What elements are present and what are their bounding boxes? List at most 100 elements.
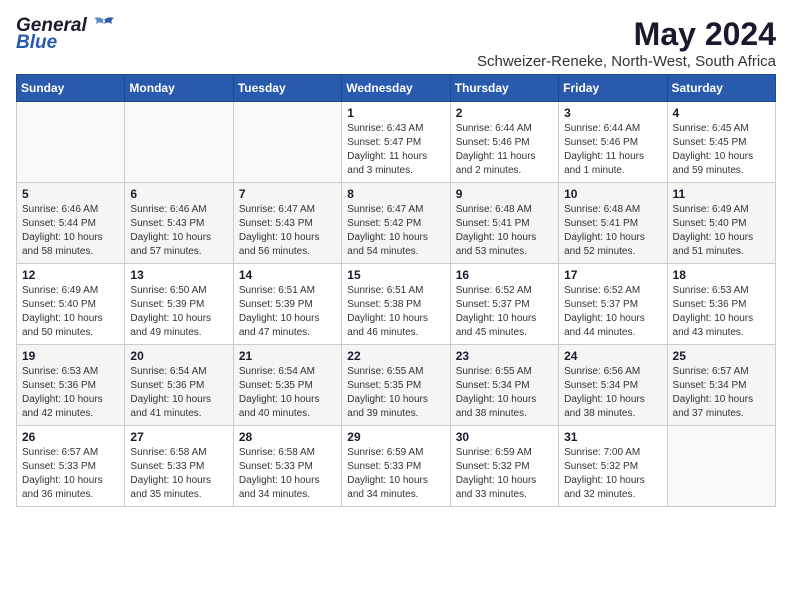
day-number: 22 (347, 349, 444, 363)
day-info: Sunrise: 6:55 AM Sunset: 5:35 PM Dayligh… (347, 365, 444, 421)
day-number: 5 (22, 187, 119, 201)
day-info: Sunrise: 6:53 AM Sunset: 5:36 PM Dayligh… (22, 365, 119, 421)
day-info: Sunrise: 7:00 AM Sunset: 5:32 PM Dayligh… (564, 446, 661, 502)
calendar-cell: 29Sunrise: 6:59 AM Sunset: 5:33 PM Dayli… (342, 426, 450, 507)
calendar-cell: 6Sunrise: 6:46 AM Sunset: 5:43 PM Daylig… (125, 183, 233, 264)
logo-blue: Blue (16, 33, 118, 54)
calendar-cell: 9 Sunrise: 6:48 AM Sunset: 5:41 PM Daylig… (450, 183, 558, 264)
calendar-day-header: Thursday (450, 75, 558, 102)
day-number: 17 (564, 268, 661, 282)
day-info: Sunrise: 6:43 AM Sunset: 5:47 PM Dayligh… (347, 122, 444, 178)
calendar-cell: 15 Sunrise: 6:51 AM Sunset: 5:38 PM Dayli… (342, 264, 450, 345)
day-info: Sunrise: 6:54 AM Sunset: 5:36 PM Dayligh… (130, 365, 227, 421)
calendar-week-row: 5 Sunrise: 6:46 AM Sunset: 5:44 PM Daylig… (17, 183, 776, 264)
day-info: Sunrise: 6:57 AM Sunset: 5:33 PM Dayligh… (22, 446, 119, 502)
day-number: 16 (456, 268, 553, 282)
calendar-cell: 17 Sunrise: 6:52 AM Sunset: 5:37 PM Dayli… (559, 264, 667, 345)
day-info: Sunrise: 6:57 AM Sunset: 5:34 PM Dayligh… (673, 365, 770, 421)
calendar-day-header: Sunday (17, 75, 125, 102)
calendar-cell: 1 Sunrise: 6:43 AM Sunset: 5:47 PM Daylig… (342, 102, 450, 183)
calendar-table: SundayMondayTuesdayWednesdayThursdayFrid… (16, 74, 776, 507)
day-number: 2 (456, 106, 553, 120)
day-info: Sunrise: 6:49 AM Sunset: 5:40 PM Dayligh… (22, 284, 119, 340)
day-number: 25 (673, 349, 770, 363)
day-number: 19 (22, 349, 119, 363)
calendar-day-header: Wednesday (342, 75, 450, 102)
day-info: Sunrise: 6:50 AM Sunset: 5:39 PM Dayligh… (130, 284, 227, 340)
calendar-cell (233, 102, 341, 183)
day-number: 3 (564, 106, 661, 120)
calendar-cell: 4 Sunrise: 6:45 AM Sunset: 5:45 PM Daylig… (667, 102, 775, 183)
day-info: Sunrise: 6:45 AM Sunset: 5:45 PM Dayligh… (673, 122, 770, 178)
day-info: Sunrise: 6:55 AM Sunset: 5:34 PM Dayligh… (456, 365, 553, 421)
day-number: 27 (130, 430, 227, 444)
day-number: 4 (673, 106, 770, 120)
calendar-cell: 18 Sunrise: 6:53 AM Sunset: 5:36 PM Dayli… (667, 264, 775, 345)
calendar-week-row: 1 Sunrise: 6:43 AM Sunset: 5:47 PM Daylig… (17, 102, 776, 183)
day-number: 21 (239, 349, 336, 363)
calendar-day-header: Monday (125, 75, 233, 102)
calendar-header-row: SundayMondayTuesdayWednesdayThursdayFrid… (17, 75, 776, 102)
calendar-day-header: Friday (559, 75, 667, 102)
day-info: Sunrise: 6:44 AM Sunset: 5:46 PM Dayligh… (456, 122, 553, 178)
calendar-cell: 13 Sunrise: 6:50 AM Sunset: 5:39 PM Dayli… (125, 264, 233, 345)
calendar-cell: 28 Sunrise: 6:58 AM Sunset: 5:33 PM Dayli… (233, 426, 341, 507)
day-info: Sunrise: 6:58 AM Sunset: 5:33 PM Dayligh… (239, 446, 336, 502)
calendar-week-row: 12 Sunrise: 6:49 AM Sunset: 5:40 PM Dayli… (17, 264, 776, 345)
month-title: May 2024 (477, 16, 776, 53)
day-info: Sunrise: 6:51 AM Sunset: 5:39 PM Dayligh… (239, 284, 336, 340)
day-number: 28 (239, 430, 336, 444)
calendar-cell: 31 Sunrise: 7:00 AM Sunset: 5:32 PM Dayli… (559, 426, 667, 507)
calendar-cell: 2 Sunrise: 6:44 AM Sunset: 5:46 PM Daylig… (450, 102, 558, 183)
day-number: 13 (130, 268, 227, 282)
day-info: Sunrise: 6:59 AM Sunset: 5:32 PM Dayligh… (456, 446, 553, 502)
day-number: 30 (456, 430, 553, 444)
calendar-day-header: Saturday (667, 75, 775, 102)
calendar-cell: 26 Sunrise: 6:57 AM Sunset: 5:33 PM Dayli… (17, 426, 125, 507)
calendar-cell: 21 Sunrise: 6:54 AM Sunset: 5:35 PM Dayli… (233, 345, 341, 426)
day-info: Sunrise: 6:56 AM Sunset: 5:34 PM Dayligh… (564, 365, 661, 421)
calendar-cell: 12 Sunrise: 6:49 AM Sunset: 5:40 PM Dayli… (17, 264, 125, 345)
calendar-cell (125, 102, 233, 183)
calendar-day-header: Tuesday (233, 75, 341, 102)
day-number: 6 (130, 187, 227, 201)
day-number: 1 (347, 106, 444, 120)
day-info: Sunrise: 6:47 AM Sunset: 5:43 PM Dayligh… (239, 203, 336, 259)
title-section: May 2024 Schweizer-Reneke, North-West, S… (477, 16, 776, 70)
day-number: 15 (347, 268, 444, 282)
calendar-week-row: 26 Sunrise: 6:57 AM Sunset: 5:33 PM Dayli… (17, 426, 776, 507)
calendar-cell: 22 Sunrise: 6:55 AM Sunset: 5:35 PM Dayli… (342, 345, 450, 426)
calendar-cell: 27 Sunrise: 6:58 AM Sunset: 5:33 PM Dayli… (125, 426, 233, 507)
day-number: 12 (22, 268, 119, 282)
calendar-cell: 8 Sunrise: 6:47 AM Sunset: 5:42 PM Daylig… (342, 183, 450, 264)
day-number: 20 (130, 349, 227, 363)
day-info: Sunrise: 6:46 AM Sunset: 5:44 PM Dayligh… (22, 203, 119, 259)
day-info: Sunrise: 6:48 AM Sunset: 5:41 PM Dayligh… (456, 203, 553, 259)
calendar-cell (17, 102, 125, 183)
subtitle: Schweizer-Reneke, North-West, South Afri… (477, 53, 776, 70)
day-number: 24 (564, 349, 661, 363)
day-info: Sunrise: 6:52 AM Sunset: 5:37 PM Dayligh… (456, 284, 553, 340)
day-number: 10 (564, 187, 661, 201)
calendar-cell: 10Sunrise: 6:48 AM Sunset: 5:41 PM Dayli… (559, 183, 667, 264)
logo: General Blue (16, 16, 118, 54)
day-info: Sunrise: 6:47 AM Sunset: 5:42 PM Dayligh… (347, 203, 444, 259)
day-number: 26 (22, 430, 119, 444)
calendar-cell: 7 Sunrise: 6:47 AM Sunset: 5:43 PM Daylig… (233, 183, 341, 264)
calendar-cell: 30 Sunrise: 6:59 AM Sunset: 5:32 PM Dayli… (450, 426, 558, 507)
calendar-cell: 11 Sunrise: 6:49 AM Sunset: 5:40 PM Dayli… (667, 183, 775, 264)
calendar-cell: 16 Sunrise: 6:52 AM Sunset: 5:37 PM Dayli… (450, 264, 558, 345)
day-number: 7 (239, 187, 336, 201)
day-number: 11 (673, 187, 770, 201)
day-info: Sunrise: 6:58 AM Sunset: 5:33 PM Dayligh… (130, 446, 227, 502)
day-info: Sunrise: 6:44 AM Sunset: 5:46 PM Dayligh… (564, 122, 661, 178)
day-info: Sunrise: 6:54 AM Sunset: 5:35 PM Dayligh… (239, 365, 336, 421)
day-number: 18 (673, 268, 770, 282)
day-info: Sunrise: 6:51 AM Sunset: 5:38 PM Dayligh… (347, 284, 444, 340)
day-number: 31 (564, 430, 661, 444)
day-info: Sunrise: 6:53 AM Sunset: 5:36 PM Dayligh… (673, 284, 770, 340)
day-info: Sunrise: 6:49 AM Sunset: 5:40 PM Dayligh… (673, 203, 770, 259)
day-number: 8 (347, 187, 444, 201)
day-number: 9 (456, 187, 553, 201)
day-info: Sunrise: 6:52 AM Sunset: 5:37 PM Dayligh… (564, 284, 661, 340)
